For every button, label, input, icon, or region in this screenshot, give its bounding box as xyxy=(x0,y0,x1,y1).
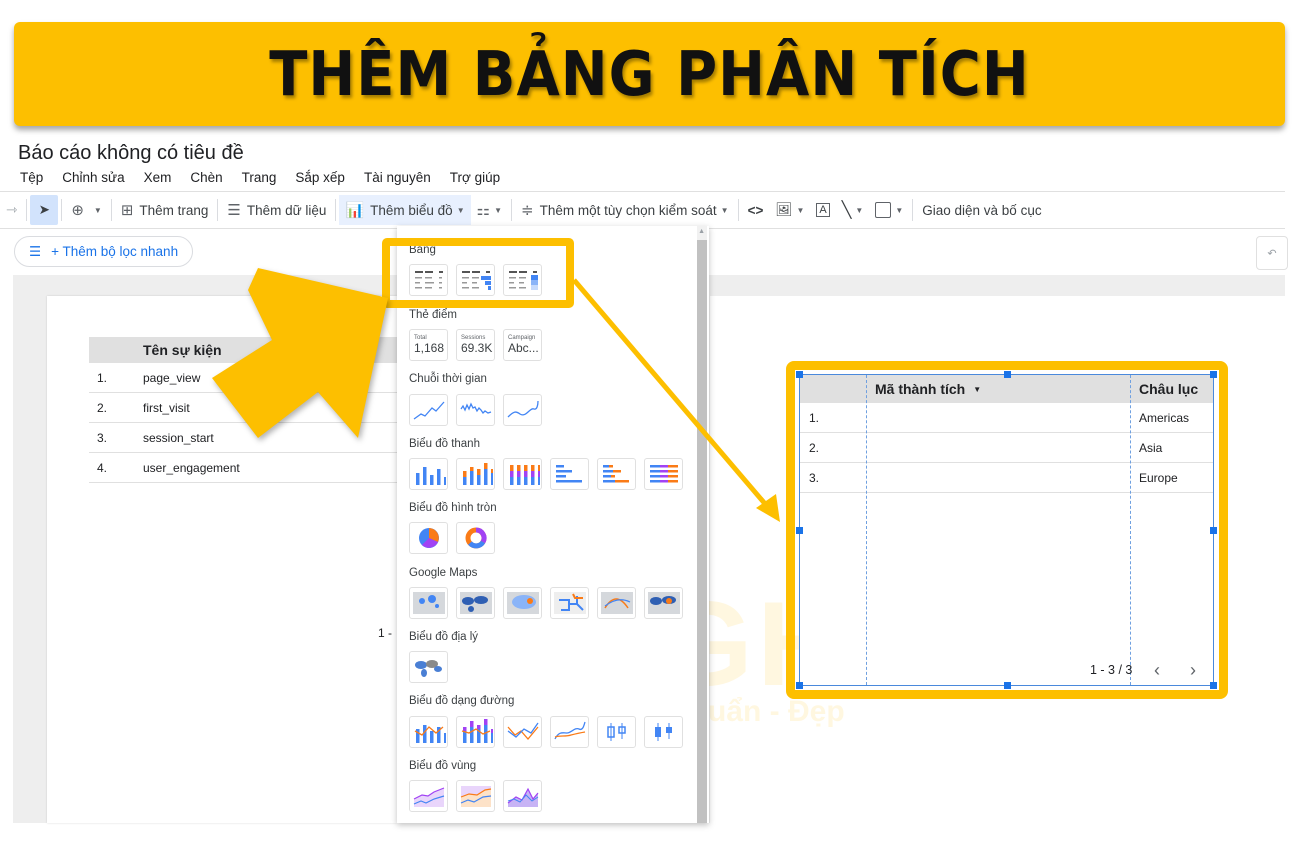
pointer-line xyxy=(572,278,774,514)
annotation-overlay xyxy=(212,268,780,522)
big-arrow-icon xyxy=(212,268,388,438)
